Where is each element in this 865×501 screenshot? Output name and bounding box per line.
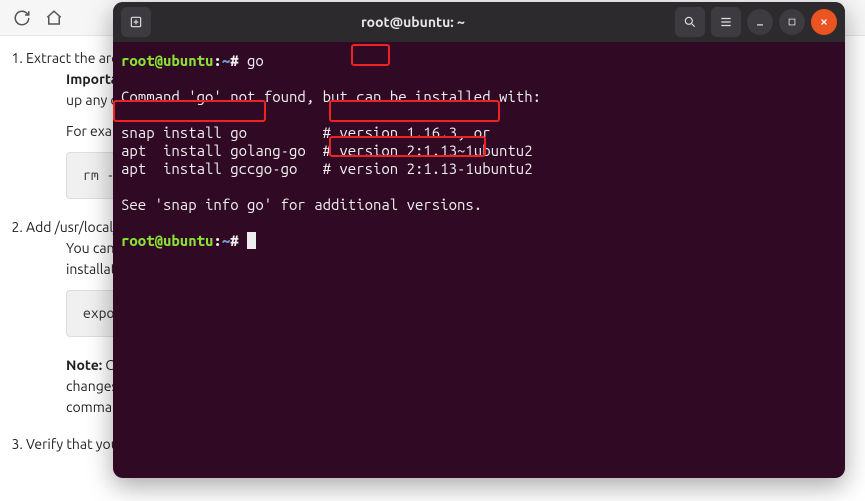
output-line-1: Command 'go' not found, but can be insta… bbox=[121, 88, 541, 105]
minimize-button[interactable] bbox=[747, 9, 773, 35]
prompt-symbol: # bbox=[230, 52, 238, 69]
output-line-4: apt install gccgo-go # version 2:1.13-1u… bbox=[121, 160, 533, 177]
new-tab-button[interactable] bbox=[121, 7, 151, 37]
output-line-5: See 'snap info go' for additional versio… bbox=[121, 196, 482, 213]
close-button[interactable] bbox=[811, 9, 837, 35]
maximize-button[interactable] bbox=[779, 9, 805, 35]
step1-text: Extract the arch bbox=[26, 50, 126, 66]
note-label: Note: bbox=[66, 357, 102, 373]
output-line-3: apt install golang-go # version 2:1.13~1… bbox=[121, 142, 533, 159]
terminal-body[interactable]: root@ubuntu:~# go Command 'go' not found… bbox=[113, 42, 845, 478]
prompt-path: ~ bbox=[222, 52, 230, 69]
search-button[interactable] bbox=[675, 7, 705, 37]
terminal-window: root@ubuntu: ~ root@ubuntu:~# go Command… bbox=[113, 2, 845, 478]
prompt-user: root@ubuntu bbox=[121, 52, 213, 69]
titlebar[interactable]: root@ubuntu: ~ bbox=[113, 2, 845, 42]
home-icon[interactable] bbox=[44, 8, 64, 28]
step2-text: Add /usr/local/ bbox=[26, 219, 118, 235]
highlight-box-go bbox=[351, 44, 390, 66]
window-title: root@ubuntu: ~ bbox=[151, 14, 675, 30]
menu-button[interactable] bbox=[711, 7, 741, 37]
reload-icon[interactable] bbox=[12, 8, 32, 28]
cmd-go: go bbox=[247, 52, 264, 69]
cursor bbox=[247, 232, 256, 249]
output-line-2: snap install go # version 1.16.3, or bbox=[121, 124, 491, 141]
